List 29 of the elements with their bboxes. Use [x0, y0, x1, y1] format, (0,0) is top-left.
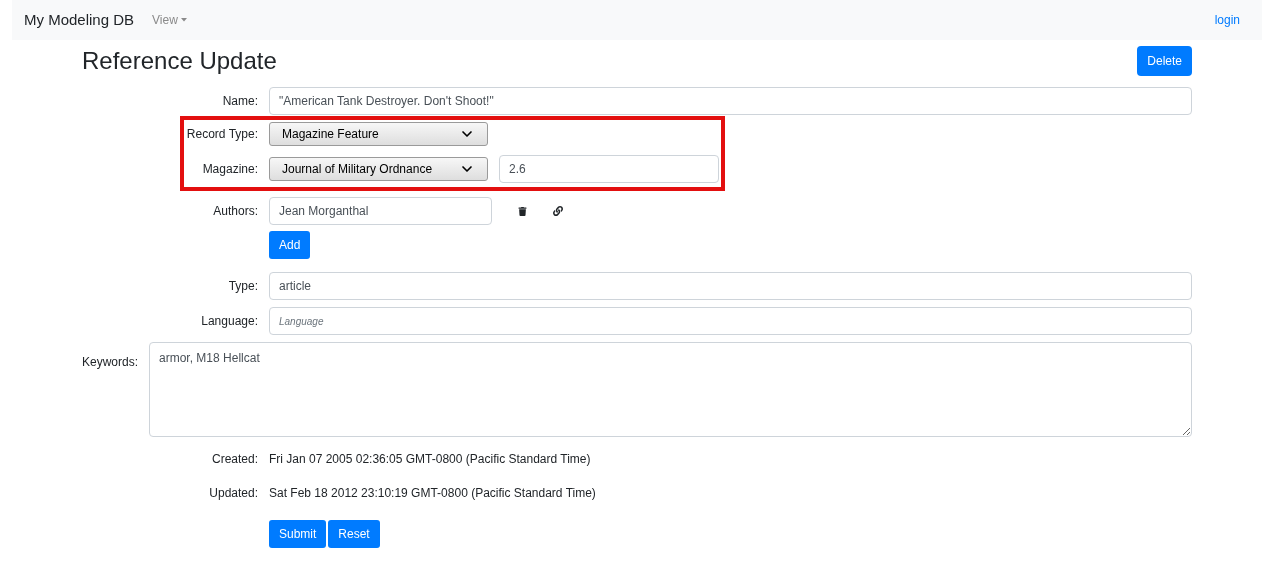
field-label: Name:	[221, 93, 258, 110]
name-field[interactable]: "American Tank Destroyer. Don't Shoot!"	[269, 87, 1192, 115]
dropdown[interactable]: Magazine Feature	[269, 122, 488, 146]
keywords-field[interactable]: armor, M18 Hellcat	[149, 342, 1192, 437]
language-field[interactable]: Language	[269, 307, 1192, 335]
caret-icon	[180, 18, 187, 22]
form-button[interactable]: Reset	[328, 520, 380, 548]
field-label: Authors:	[212, 203, 258, 220]
page-title: Reference Update	[82, 46, 277, 76]
dropdown[interactable]: Journal of Military Ordnance	[269, 157, 488, 181]
form-button[interactable]: Submit	[269, 520, 327, 548]
field-label: Magazine:	[201, 161, 258, 178]
field-label: Language:	[200, 313, 258, 330]
type-field[interactable]: article	[269, 272, 1192, 300]
field-label: Record Type:	[185, 126, 258, 143]
add-button[interactable]: Add	[269, 231, 311, 259]
updated-date: Sat Feb 18 2012 23:10:19 GMT-0800 (Pacific Standard Time)	[269, 485, 596, 502]
field-label: Type:	[227, 278, 258, 295]
field-label: Created:	[210, 451, 258, 468]
issue-field[interactable]: 2.6	[499, 155, 719, 183]
trash-icon[interactable]	[518, 206, 527, 216]
created-date: Fri Jan 07 2005 02:36:05 GMT-0800 (Pacific Standard Time)	[269, 451, 591, 468]
author-field[interactable]: Jean Morganthal	[269, 197, 492, 225]
brand-link[interactable]: My Modeling DB	[24, 8, 135, 32]
field-label: Keywords:	[82, 355, 139, 369]
delete-button[interactable]: Delete	[1137, 46, 1192, 76]
field-label: Updated:	[208, 485, 258, 502]
link-icon[interactable]	[553, 206, 563, 216]
login-link[interactable]: login	[1214, 11, 1240, 29]
